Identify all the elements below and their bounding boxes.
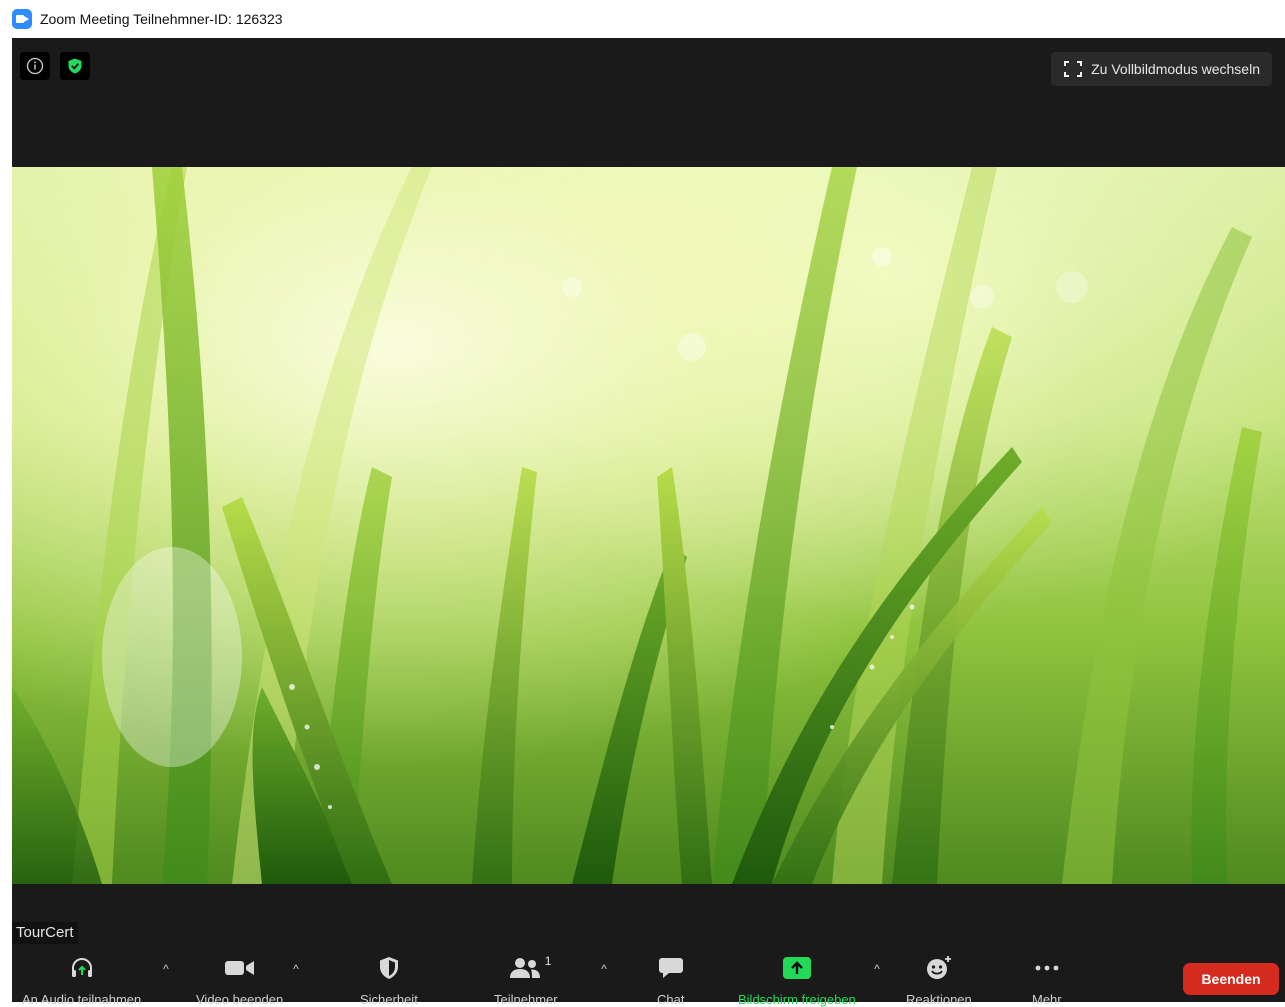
title-bar: Zoom Meeting Teilnehmner-ID: 126323 xyxy=(0,0,1285,38)
chat-bubble-icon xyxy=(658,958,683,978)
video-camera-icon xyxy=(224,961,254,975)
reactions-button[interactable]: Reaktionen xyxy=(906,954,972,1007)
security-label: Sicherheit xyxy=(360,992,418,1007)
join-audio-label: An Audio teilnahmen xyxy=(22,992,142,1007)
fullscreen-icon xyxy=(1064,61,1083,77)
audio-options-caret[interactable]: ^ xyxy=(161,962,171,976)
fullscreen-button[interactable]: Zu Vollbildmodus wechseln xyxy=(1051,52,1272,86)
more-button[interactable]: Mehr xyxy=(1032,954,1062,1007)
reactions-smiley-icon xyxy=(926,956,951,979)
security-shield-icon xyxy=(379,957,398,979)
top-left-icons xyxy=(20,52,90,80)
encryption-status-button[interactable] xyxy=(60,52,90,80)
window-title: Zoom Meeting Teilnehmner-ID: 126323 xyxy=(40,11,283,27)
more-label: Mehr xyxy=(1032,992,1062,1007)
end-meeting-button[interactable]: Beenden xyxy=(1183,963,1279,995)
participant-name-tag: TourCert xyxy=(12,922,78,944)
shield-check-icon xyxy=(68,58,82,74)
participants-button[interactable]: 1 Teilnehmer xyxy=(494,954,558,1007)
reactions-label: Reaktionen xyxy=(906,992,972,1007)
zoom-app-icon xyxy=(12,9,32,29)
share-options-caret[interactable]: ^ xyxy=(872,962,882,976)
video-options-caret[interactable]: ^ xyxy=(291,962,301,976)
meeting-toolbar: An Audio teilnahmen ^ Video beenden ^ Si… xyxy=(12,946,1285,1007)
join-audio-button[interactable]: An Audio teilnahmen xyxy=(22,954,141,1007)
participants-label: Teilnehmer xyxy=(494,992,558,1007)
more-dots-icon xyxy=(1035,965,1059,971)
chat-label: Chat xyxy=(657,992,685,1007)
fullscreen-label: Zu Vollbildmodus wechseln xyxy=(1091,61,1260,77)
headphones-icon xyxy=(71,958,92,977)
meeting-stage: Zu Vollbildmodus wechseln TourCert An Au… xyxy=(12,38,1285,1007)
participants-options-caret[interactable]: ^ xyxy=(599,962,609,976)
stop-video-button[interactable]: Video beenden xyxy=(196,954,283,1007)
share-screen-label: Bildschirm freigeben xyxy=(738,992,856,1007)
grass-video-image xyxy=(12,167,1262,884)
security-button[interactable]: Sicherheit xyxy=(360,954,418,1007)
stop-video-label: Video beenden xyxy=(196,992,284,1007)
chat-button[interactable]: Chat xyxy=(657,954,684,1007)
share-screen-icon xyxy=(782,957,811,979)
participants-count: 1 xyxy=(544,954,552,968)
participants-icon xyxy=(509,958,540,978)
participant-video xyxy=(12,167,1285,884)
info-icon xyxy=(26,57,44,75)
share-screen-button[interactable]: Bildschirm freigeben xyxy=(738,954,856,1007)
meeting-info-button[interactable] xyxy=(20,52,50,80)
